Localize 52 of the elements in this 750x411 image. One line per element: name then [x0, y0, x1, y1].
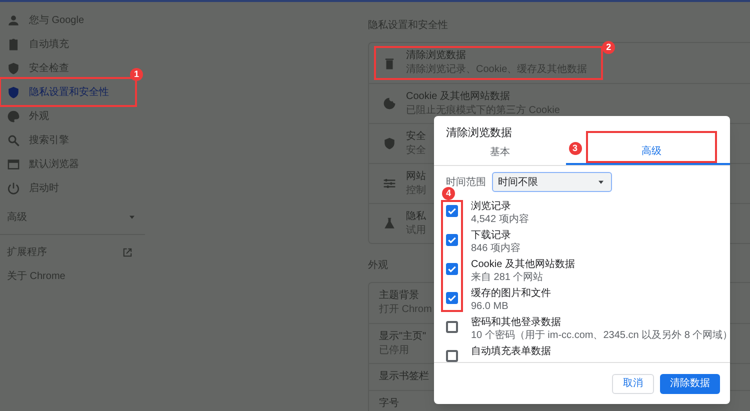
person-icon [7, 14, 20, 26]
item-subtitle: 10 个密码（用于 im-cc.com、2345.cn 以及另外 8 个网域） [471, 329, 730, 342]
item-subtitle: 4,542 项内容 [471, 213, 529, 226]
step-badge: 4 [442, 187, 455, 200]
row-title: 清除浏览数据 [406, 49, 467, 63]
shield-icon [7, 62, 20, 74]
row-title: 主题背景 [379, 289, 420, 303]
trash-icon [383, 56, 396, 70]
sidebar-item[interactable]: 隐私设置和安全性 [0, 80, 117, 104]
item-title: 下载记录 [471, 229, 512, 242]
item-subtitle: 来自 281 个网站 [471, 271, 544, 284]
row-title: 显示"主页" [379, 330, 426, 344]
sliders-icon [383, 177, 396, 190]
clear-data-button[interactable]: 清除数据 [660, 374, 720, 394]
step-badge: 1 [130, 68, 143, 81]
checkbox[interactable] [446, 234, 458, 246]
browser-window-icon [7, 158, 20, 170]
checkbox[interactable] [446, 263, 458, 275]
row-title: 显示书签栏 [379, 370, 429, 384]
time-range-select[interactable]: 时间不限 [492, 172, 612, 192]
row-title: 安全 [406, 130, 426, 144]
item-title: Cookie 及其他网站数据 [471, 258, 575, 271]
tab[interactable]: 高级 [588, 141, 715, 161]
search-icon [7, 134, 20, 146]
checkbox[interactable] [446, 205, 458, 217]
row-title: 隐私 [406, 210, 426, 224]
flask-icon [383, 217, 396, 230]
item-title: 缓存的图片和文件 [471, 287, 551, 300]
tab[interactable]: 基本 [434, 141, 566, 165]
dialog-title: 清除浏览数据 [445, 126, 513, 141]
field-label: 时间范围 [446, 176, 486, 190]
cookie-icon [383, 97, 396, 110]
clipboard-icon [7, 38, 20, 50]
item-subtitle: 96.0 MB [471, 300, 510, 313]
checkbox[interactable] [446, 350, 458, 362]
item-title: 密码和其他登录数据 [471, 316, 562, 329]
row-title: 字号 [379, 397, 399, 411]
power-icon [7, 182, 20, 194]
external-link-icon[interactable] [122, 246, 133, 258]
item-title: 浏览记录 [471, 200, 512, 213]
item-title: 自动填充表单数据 [471, 345, 551, 358]
step-badge: 3 [568, 142, 582, 155]
shield-icon [7, 86, 20, 98]
checkbox[interactable] [446, 292, 458, 304]
item-subtitle: 846 项内容 [471, 242, 520, 255]
palette-icon [7, 110, 20, 122]
step-badge: 2 [602, 41, 616, 54]
checkbox[interactable] [446, 321, 458, 333]
row-title: Cookie 及其他网站数据 [406, 90, 511, 104]
row-title: 网站 [406, 170, 426, 184]
cancel-button[interactable]: 取消 [612, 374, 654, 394]
shield-icon [383, 137, 396, 150]
